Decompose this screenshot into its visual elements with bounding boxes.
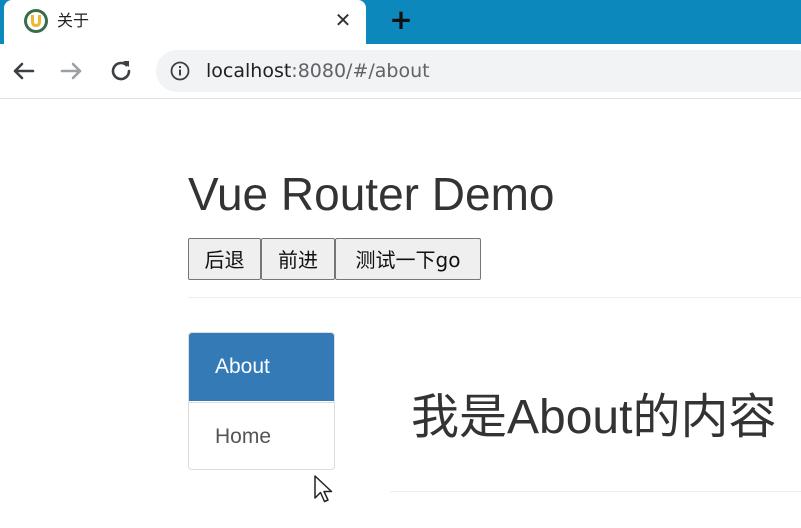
url-text: localhost:8080/#/about	[206, 60, 430, 82]
info-icon[interactable]	[170, 61, 190, 81]
tab-strip: 关于 ✕ +	[0, 0, 801, 44]
address-bar[interactable]: localhost:8080/#/about	[156, 50, 801, 92]
nav-item-home[interactable]: Home	[189, 402, 334, 469]
new-tab-button[interactable]: +	[385, 4, 417, 36]
content-divider	[390, 491, 801, 492]
url-path: :8080/#/about	[291, 60, 430, 82]
about-content-heading: 我是About的内容	[411, 391, 777, 444]
close-tab-icon[interactable]: ✕	[330, 7, 356, 33]
tab-title: 关于	[57, 11, 90, 30]
back-button[interactable]: 后退	[188, 238, 261, 280]
url-host: localhost	[206, 60, 292, 82]
test-go-button[interactable]: 测试一下go	[335, 238, 481, 280]
vue-router-favicon-icon	[24, 9, 48, 33]
reload-icon[interactable]	[105, 55, 137, 87]
browser-toolbar: localhost:8080/#/about	[0, 44, 801, 99]
browser-tab[interactable]: 关于 ✕	[4, 0, 366, 44]
router-nav-list: About Home	[188, 332, 335, 470]
forward-button[interactable]: 前进	[261, 238, 335, 280]
back-arrow-icon[interactable]	[7, 55, 39, 87]
divider	[188, 297, 801, 298]
page-title: Vue Router Demo	[188, 168, 555, 220]
forward-arrow-icon[interactable]	[56, 55, 88, 87]
nav-item-about[interactable]: About	[189, 333, 334, 401]
mouse-cursor-icon	[314, 475, 333, 503]
